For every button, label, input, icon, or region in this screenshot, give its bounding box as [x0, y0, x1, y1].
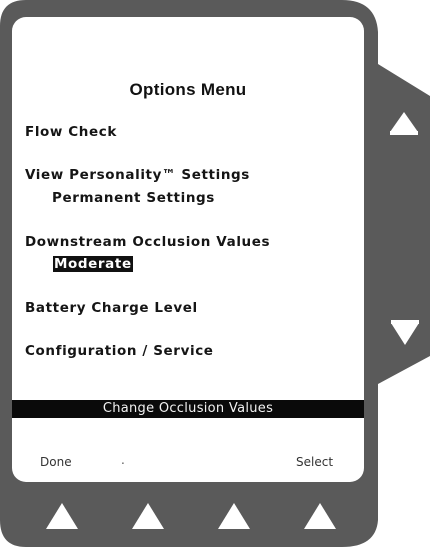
menu-item-configuration-service[interactable]: Configuration / Service [25, 343, 214, 359]
softkey-1-button[interactable] [46, 503, 78, 529]
scroll-down-arrow-icon [391, 323, 419, 345]
menu-item-flow-check[interactable]: Flow Check [25, 124, 117, 140]
page-title: Options Menu [129, 80, 247, 99]
scroll-up-button[interactable] [390, 112, 422, 140]
menu-value-moderate-selected[interactable]: Moderate [53, 256, 133, 272]
softkey-label-done: Done [40, 455, 72, 469]
menu-value-permanent-settings: Permanent Settings [52, 190, 215, 206]
softkey-3-button[interactable] [218, 503, 250, 529]
softkey-2-button[interactable] [132, 503, 164, 529]
softkey-label-select: Select [296, 455, 334, 469]
softkey-4-button[interactable] [304, 503, 336, 529]
softkey-label-middle: . [121, 453, 125, 467]
display-screen: Options Menu Flow Check View Personality… [12, 17, 364, 482]
menu-item-view-personality-settings[interactable]: View Personality™ Settings [25, 167, 250, 183]
menu-item-battery-charge-level[interactable]: Battery Charge Level [25, 300, 198, 316]
scroll-down-button[interactable] [391, 320, 423, 348]
infusion-pump-device: Options Menu Flow Check View Personality… [0, 0, 430, 547]
status-bar: Change Occlusion Values [12, 400, 364, 418]
scroll-up-arrow-icon [390, 112, 418, 132]
menu-item-downstream-occlusion-values[interactable]: Downstream Occlusion Values [25, 234, 270, 250]
